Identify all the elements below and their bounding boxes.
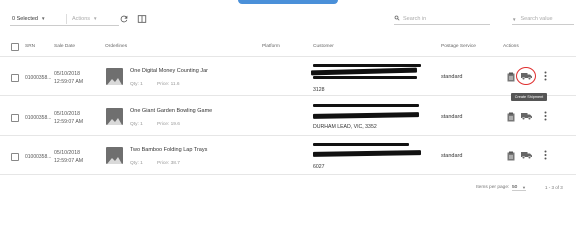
- refresh-icon: [120, 15, 128, 23]
- select-all-checkbox[interactable]: [11, 43, 19, 51]
- header-platform[interactable]: Platform: [262, 44, 280, 49]
- product-price: Price: 11.6: [157, 82, 180, 87]
- row-checkbox[interactable]: [11, 153, 19, 161]
- clipboard-icon[interactable]: [506, 71, 515, 82]
- customer-postcode: 3128: [313, 87, 325, 93]
- search-icon: [394, 15, 403, 23]
- srn-cell: 01000358...: [25, 154, 51, 160]
- row-checkbox[interactable]: [11, 114, 19, 122]
- actions-dropdown[interactable]: Actions ▼: [67, 13, 119, 25]
- header-customer[interactable]: Customer: [313, 44, 334, 49]
- sale-date-cell: 05/10/2018 12:59:07 AM: [54, 70, 83, 86]
- srn-cell: 01000358...: [25, 115, 51, 121]
- refresh-button[interactable]: [118, 13, 130, 25]
- image-placeholder-icon: [106, 68, 123, 85]
- redacted-customer-email: [312, 112, 420, 119]
- clipboard-icon[interactable]: [506, 150, 515, 161]
- product-price: Price: 38.7: [157, 161, 180, 166]
- top-accent: [238, 0, 338, 4]
- postage-cell: standard: [441, 114, 463, 120]
- search-in-input[interactable]: [403, 16, 483, 22]
- more-vert-icon[interactable]: [542, 149, 548, 160]
- table-header: SRN Sale Date Orderlines Platform Custom…: [0, 37, 576, 57]
- create-shipment-button[interactable]: [520, 149, 533, 160]
- redacted-customer-name: [313, 143, 409, 146]
- create-shipment-tooltip: Create Shipment: [511, 93, 547, 101]
- image-placeholder-icon: [106, 108, 123, 125]
- create-shipment-button[interactable]: [520, 70, 533, 81]
- columns-icon: [137, 15, 147, 23]
- sale-time: 12:59:07 AM: [54, 79, 84, 85]
- redacted-customer-email: [310, 67, 418, 76]
- product-price: Price: 19.6: [157, 122, 180, 127]
- chevron-down-icon: ▼: [93, 16, 98, 21]
- selected-label: 0 Selected: [12, 15, 38, 22]
- product-name[interactable]: One Digital Money Counting Jar: [130, 68, 208, 74]
- items-per-page-label: Items per page:: [476, 185, 510, 190]
- product-name[interactable]: Two Bamboo Folding Lap Trays: [130, 147, 207, 153]
- selection-group: 0 Selected ▼ Actions ▼: [10, 12, 119, 26]
- toolbar: 0 Selected ▼ Actions ▼ ▼: [8, 12, 574, 26]
- actions-label: Actions: [72, 15, 91, 22]
- table-row[interactable]: 01000358... 05/10/2018 12:59:07 AM One D…: [0, 58, 576, 96]
- chevron-down-icon: ▼: [512, 16, 517, 22]
- search-value-input[interactable]: [520, 16, 573, 22]
- header-postage-service[interactable]: Postage Service: [441, 44, 476, 49]
- chevron-down-icon: ▼: [41, 16, 46, 21]
- product-qty: Qty: 1: [130, 82, 143, 87]
- chevron-down-icon[interactable]: ▼: [522, 185, 526, 190]
- redacted-customer-name: [313, 104, 419, 107]
- sale-date-cell: 05/10/2018 12:59:07 AM: [54, 149, 83, 165]
- table-row[interactable]: 01000358... 05/10/2018 12:59:07 AM Two B…: [0, 137, 576, 175]
- customer-address: DURHAM LEAD, VIC, 3352: [313, 124, 377, 130]
- search-field[interactable]: [394, 14, 490, 25]
- header-orderlines: Orderlines: [105, 44, 128, 49]
- customer-postcode: 6027: [313, 164, 325, 170]
- redacted-customer-name: [313, 64, 421, 67]
- postage-cell: standard: [441, 74, 463, 80]
- sale-time: 12:59:07 AM: [54, 119, 84, 125]
- header-actions: Actions: [503, 44, 519, 49]
- header-srn[interactable]: SRN: [25, 44, 35, 49]
- redacted-customer-email: [312, 150, 422, 157]
- product-qty: Qty: 1: [130, 161, 143, 166]
- redacted-customer-address: [313, 76, 417, 79]
- truck-icon: [521, 72, 532, 80]
- truck-icon: [521, 151, 532, 159]
- create-shipment-button[interactable]: [520, 110, 533, 121]
- product-name[interactable]: One Giant Garden Bowling Game: [130, 108, 212, 114]
- sale-time: 12:59:07 AM: [54, 158, 84, 164]
- pagination-footer: Items per page: 50 ▼ 1 - 3 of 3: [0, 181, 576, 195]
- header-sale-date[interactable]: Sale Date: [54, 44, 75, 49]
- truck-icon: [521, 112, 532, 120]
- sale-date-cell: 05/10/2018 12:59:07 AM: [54, 110, 83, 126]
- pagination-range: 1 - 3 of 3: [545, 185, 563, 190]
- more-vert-icon[interactable]: [542, 110, 548, 121]
- sale-date: 05/10/2018: [54, 71, 80, 77]
- selected-dropdown[interactable]: 0 Selected ▼: [10, 13, 66, 25]
- search-value-field[interactable]: ▼: [512, 14, 574, 25]
- srn-cell: 01000358...: [25, 75, 51, 81]
- sale-date: 05/10/2018: [54, 111, 80, 117]
- postage-cell: standard: [441, 153, 463, 159]
- image-placeholder-icon: [106, 147, 123, 164]
- clipboard-icon[interactable]: [506, 111, 515, 122]
- product-qty: Qty: 1: [130, 122, 143, 127]
- more-vert-icon[interactable]: [542, 70, 548, 81]
- sale-date: 05/10/2018: [54, 150, 80, 156]
- table-row[interactable]: 01000358... 05/10/2018 12:59:07 AM One G…: [0, 98, 576, 136]
- row-checkbox[interactable]: [11, 74, 19, 82]
- columns-button[interactable]: [136, 13, 148, 25]
